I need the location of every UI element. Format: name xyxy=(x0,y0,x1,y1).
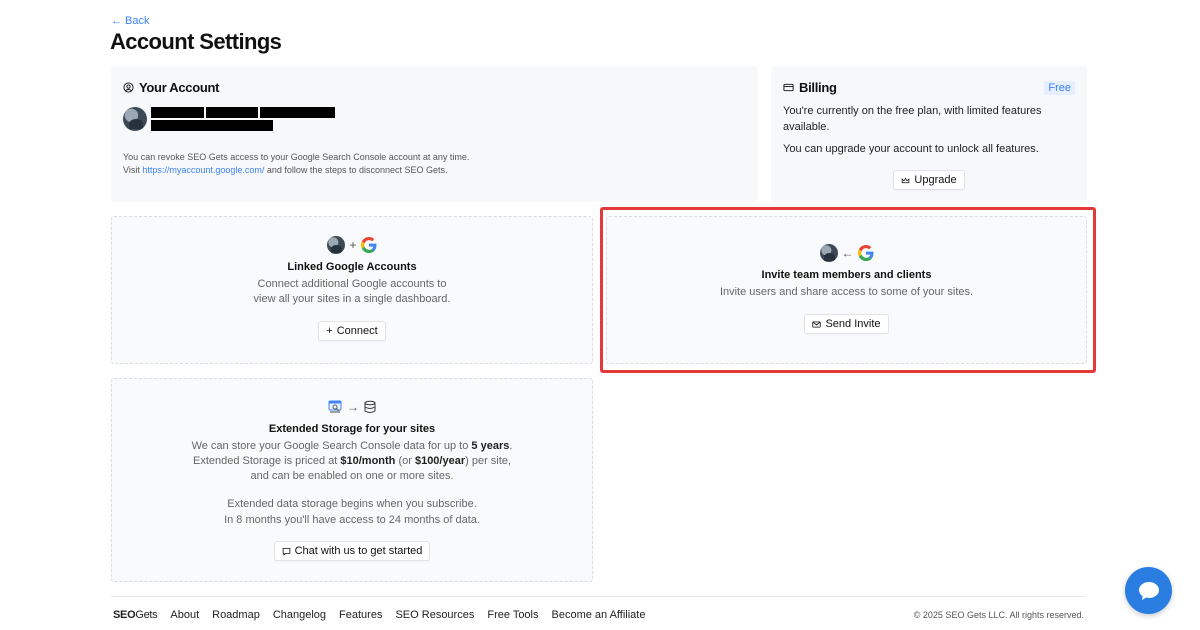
billing-card: Billing Free You're currently on the fre… xyxy=(771,66,1087,202)
footer-link-free-tools[interactable]: Free Tools xyxy=(487,609,538,621)
redacted-block xyxy=(151,107,204,118)
upgrade-button[interactable]: Upgrade xyxy=(893,170,965,190)
footer-nav: SEOGets About Roadmap Changelog Features… xyxy=(113,609,645,621)
desc-line: view all your sites in a single dashboar… xyxy=(253,293,451,305)
desc-text: and can be enabled on one or more sites. xyxy=(250,470,454,482)
revoke-access-note: You can revoke SEO Gets access to your G… xyxy=(123,151,746,177)
send-invite-button[interactable]: Send Invite xyxy=(804,314,889,334)
back-link[interactable]: ← Back xyxy=(111,15,150,27)
redacted-account-info xyxy=(151,107,335,131)
linked-icons: + xyxy=(112,235,592,255)
invite-icons: ← xyxy=(607,243,1086,263)
redacted-block xyxy=(151,120,273,131)
desc-bold: 5 years xyxy=(471,440,510,452)
note-line: You can revoke SEO Gets access to your G… xyxy=(123,152,470,162)
invite-description: Invite users and share access to some of… xyxy=(719,286,974,298)
connect-button[interactable]: + Connect xyxy=(318,321,386,341)
credit-card-icon xyxy=(783,83,794,92)
your-account-heading: Your Account xyxy=(123,80,746,95)
desc-text: In 8 months you'll have access to 24 mon… xyxy=(224,514,480,526)
desc-text: (or xyxy=(395,455,415,467)
your-account-card: Your Account You can revoke SEO Gets acc… xyxy=(111,66,758,202)
redacted-block xyxy=(206,107,258,118)
footer-link-roadmap[interactable]: Roadmap xyxy=(212,609,260,621)
chat-widget-button[interactable] xyxy=(1125,567,1172,614)
billing-title: Billing xyxy=(799,80,837,95)
footer-divider xyxy=(111,596,1086,597)
google-icon xyxy=(360,237,376,253)
plus-icon: + xyxy=(349,238,357,252)
invite-team-card: ← Invite team members and clients Invite… xyxy=(606,216,1087,364)
desc-text: ) per site, xyxy=(465,455,511,467)
footer-link-about[interactable]: About xyxy=(170,609,199,621)
desc-line: Connect additional Google accounts to xyxy=(257,278,447,290)
copyright: © 2025 SEO Gets LLC. All rights reserved… xyxy=(913,610,1084,620)
page-title: Account Settings xyxy=(110,29,282,54)
linked-description: Connect additional Google accounts to vi… xyxy=(112,277,592,307)
arrow-right-icon: → xyxy=(347,400,359,414)
storage-icons: → xyxy=(112,397,592,417)
your-account-title: Your Account xyxy=(139,80,220,95)
upgrade-label: Upgrade xyxy=(914,174,957,186)
footer-link-changelog[interactable]: Changelog xyxy=(273,609,326,621)
billing-heading: Billing xyxy=(783,80,1075,95)
footer-link-seo-resources[interactable]: SEO Resources xyxy=(395,609,474,621)
storage-subscription-note: Extended data storage begins when you su… xyxy=(112,496,592,528)
avatar xyxy=(123,107,147,131)
account-identity xyxy=(123,107,746,131)
desc-bold: $10/month xyxy=(340,455,396,467)
invite-title: Invite team members and clients xyxy=(761,269,932,281)
arrow-left-icon: ← xyxy=(841,246,854,260)
footer-link-features[interactable]: Features xyxy=(339,609,382,621)
chat-bubble-icon xyxy=(1138,581,1159,600)
mail-icon xyxy=(812,320,822,328)
chat-get-started-button[interactable]: Chat with us to get started xyxy=(273,541,431,561)
note-suffix: and follow the steps to disconnect SEO G… xyxy=(264,165,448,175)
user-circle-icon xyxy=(123,82,134,93)
billing-description: You're currently on the free plan, with … xyxy=(783,103,1075,157)
desc-bold: $100/year xyxy=(414,455,466,467)
billing-line: You're currently on the free plan, with … xyxy=(783,105,1042,133)
plan-badge: Free xyxy=(1044,81,1075,95)
chat-label: Chat with us to get started xyxy=(294,545,423,557)
extended-storage-card: → Extended Storage for your sites We can… xyxy=(111,378,593,582)
desc-text: Extended Storage is priced at xyxy=(193,455,341,467)
note-prefix: Visit xyxy=(123,165,143,175)
billing-line: You can upgrade your account to unlock a… xyxy=(783,143,1039,155)
message-icon xyxy=(282,547,290,556)
connect-label: Connect xyxy=(336,325,378,337)
google-icon xyxy=(857,245,873,261)
linked-google-accounts-card: + Linked Google Accounts Connect additio… xyxy=(111,216,593,364)
google-account-link[interactable]: https://myaccount.google.com/ xyxy=(142,165,264,175)
storage-title: Extended Storage for your sites xyxy=(268,423,436,435)
search-console-icon xyxy=(328,400,342,413)
send-invite-label: Send Invite xyxy=(825,318,881,330)
plus-icon: + xyxy=(326,325,333,337)
desc-text: . xyxy=(509,440,513,452)
desc-text: Extended data storage begins when you su… xyxy=(227,498,477,510)
storage-description: We can store your Google Search Console … xyxy=(112,439,592,484)
seo-gets-logo[interactable]: SEOGets xyxy=(113,609,158,621)
desc-text: We can store your Google Search Console … xyxy=(191,440,472,452)
logo-seo: SEO xyxy=(113,609,136,621)
redacted-block xyxy=(260,107,335,118)
logo-gets: Gets xyxy=(135,609,158,621)
crown-icon xyxy=(902,176,910,183)
avatar xyxy=(819,244,838,262)
database-icon xyxy=(364,400,376,413)
footer-link-affiliate[interactable]: Become an Affiliate xyxy=(552,609,646,621)
avatar xyxy=(327,236,346,254)
linked-title: Linked Google Accounts xyxy=(287,261,417,273)
